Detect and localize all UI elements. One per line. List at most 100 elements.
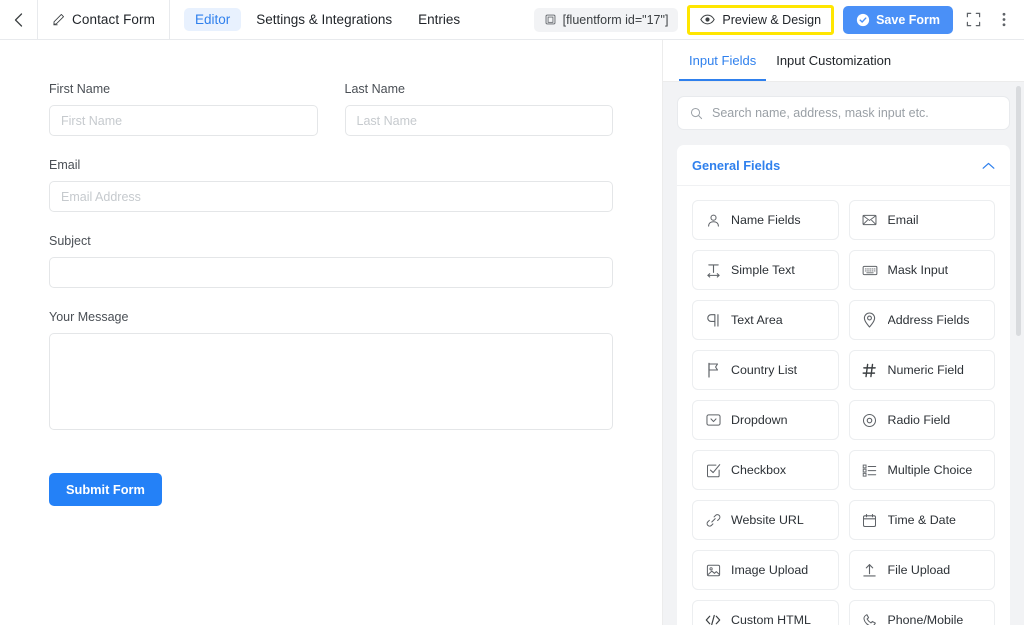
- phone-icon: [862, 612, 878, 625]
- your-message-textarea[interactable]: [49, 333, 613, 430]
- back-button[interactable]: [0, 0, 38, 39]
- more-options-button[interactable]: [993, 7, 1015, 33]
- upload-icon: [862, 562, 878, 578]
- hash-icon: [862, 362, 878, 378]
- main-body: First Name Last Name Email Subject Your …: [0, 40, 1024, 625]
- field-label-last-name: Last Name: [344, 82, 405, 96]
- eye-icon: [700, 14, 716, 25]
- top-header: Contact Form Editor Settings & Integrati…: [0, 0, 1024, 40]
- field-card-label: Simple Text: [731, 263, 795, 277]
- field-card-phone-mobile[interactable]: Phone/Mobile: [848, 600, 995, 625]
- field-card-address-fields[interactable]: Address Fields: [848, 300, 995, 340]
- general-fields-grid: Name Fields Email Simple Text Mask Input…: [677, 186, 1010, 625]
- preview-design-label: Preview & Design: [722, 12, 822, 27]
- field-card-label: Email: [887, 213, 919, 227]
- field-card-name-fields[interactable]: Name Fields: [692, 200, 839, 240]
- chevron-up-icon[interactable]: [982, 162, 995, 170]
- field-card-label: Website URL: [731, 513, 804, 527]
- email-input[interactable]: [49, 181, 613, 212]
- field-card-simple-text[interactable]: Simple Text: [692, 250, 839, 290]
- code-icon: [705, 612, 721, 625]
- form-title-block[interactable]: Contact Form: [38, 0, 170, 39]
- field-card-label: Multiple Choice: [887, 463, 973, 477]
- app-root: Contact Form Editor Settings & Integrati…: [0, 0, 1024, 625]
- field-last-name[interactable]: Last Name: [344, 82, 613, 136]
- field-card-label: Image Upload: [731, 563, 809, 577]
- text-width-icon: [705, 262, 721, 278]
- field-card-text-area[interactable]: Text Area: [692, 300, 839, 340]
- submit-form-button[interactable]: Submit Form: [49, 473, 162, 506]
- search-box[interactable]: [677, 96, 1010, 130]
- dropdown-icon: [705, 412, 721, 428]
- envelope-icon: [862, 212, 878, 228]
- panel-scrollbar[interactable]: [1016, 86, 1021, 336]
- field-label-subject: Subject: [49, 234, 91, 248]
- field-card-time-date[interactable]: Time & Date: [848, 500, 995, 540]
- field-card-country-list[interactable]: Country List: [692, 350, 839, 390]
- link-icon: [705, 512, 721, 528]
- field-email[interactable]: Email: [49, 158, 613, 212]
- field-card-label: Name Fields: [731, 213, 801, 227]
- field-card-custom-html[interactable]: Custom HTML: [692, 600, 839, 625]
- field-first-name[interactable]: First Name: [49, 82, 318, 136]
- field-card-dropdown[interactable]: Dropdown: [692, 400, 839, 440]
- last-name-input[interactable]: [344, 105, 613, 136]
- panel-tab-input-customization[interactable]: Input Customization: [766, 40, 901, 81]
- search-icon: [690, 107, 703, 119]
- checkbox-icon: [705, 462, 721, 478]
- field-subject[interactable]: Subject: [49, 234, 613, 288]
- field-card-checkbox[interactable]: Checkbox: [692, 450, 839, 490]
- tab-entries[interactable]: Entries: [407, 8, 471, 31]
- subject-input[interactable]: [49, 257, 613, 288]
- preview-design-button[interactable]: Preview & Design: [690, 7, 832, 32]
- field-card-label: Custom HTML: [731, 613, 811, 625]
- field-card-label: Dropdown: [731, 413, 788, 427]
- shortcode-badge[interactable]: [fluentform id="17"]: [533, 7, 679, 32]
- flag-icon: [705, 362, 721, 378]
- field-card-label: Mask Input: [887, 263, 949, 277]
- field-card-image-upload[interactable]: Image Upload: [692, 550, 839, 590]
- field-card-label: Numeric Field: [887, 363, 964, 377]
- field-card-mask-input[interactable]: Mask Input: [848, 250, 995, 290]
- calendar-icon: [862, 512, 878, 528]
- search-input[interactable]: [712, 106, 997, 120]
- save-form-button[interactable]: Save Form: [843, 5, 953, 34]
- general-fields-header[interactable]: General Fields: [677, 145, 1010, 186]
- name-fields-row: First Name Last Name: [49, 82, 613, 158]
- first-name-input[interactable]: [49, 105, 318, 136]
- form-title-text: Contact Form: [72, 12, 155, 27]
- field-label-first-name: First Name: [49, 82, 111, 96]
- field-card-label: Phone/Mobile: [887, 613, 964, 625]
- save-form-label: Save Form: [876, 12, 940, 27]
- image-icon: [705, 562, 721, 578]
- field-card-website-url[interactable]: Website URL: [692, 500, 839, 540]
- form-editor-canvas: First Name Last Name Email Subject Your …: [0, 40, 663, 625]
- panel-scroll-area: General Fields: [663, 82, 1024, 625]
- tab-settings-integrations[interactable]: Settings & Integrations: [245, 8, 403, 31]
- pencil-icon: [53, 14, 64, 26]
- header-nav-tabs: Editor Settings & Integrations Entries: [170, 8, 471, 31]
- paragraph-icon: [705, 312, 721, 328]
- field-label-email: Email: [49, 158, 81, 172]
- field-card-numeric-field[interactable]: Numeric Field: [848, 350, 995, 390]
- field-card-multiple-choice[interactable]: Multiple Choice: [848, 450, 995, 490]
- field-your-message[interactable]: Your Message: [49, 310, 613, 435]
- field-card-file-upload[interactable]: File Upload: [848, 550, 995, 590]
- check-circle-icon: [856, 13, 870, 26]
- shortcode-text: [fluentform id="17"]: [562, 12, 669, 27]
- general-fields-title: General Fields: [692, 158, 781, 173]
- panel-tab-input-fields[interactable]: Input Fields: [679, 40, 767, 81]
- tab-editor[interactable]: Editor: [183, 8, 242, 31]
- general-fields-group: General Fields Name Fields Email Simple …: [677, 145, 1010, 625]
- field-card-label: Checkbox: [731, 463, 787, 477]
- fullscreen-button[interactable]: [962, 7, 984, 33]
- map-pin-icon: [862, 312, 878, 328]
- field-card-label: Text Area: [731, 313, 783, 327]
- keyboard-icon: [862, 262, 878, 278]
- kebab-menu-icon: [1002, 12, 1006, 27]
- field-card-email[interactable]: Email: [848, 200, 995, 240]
- field-card-label: Radio Field: [887, 413, 951, 427]
- field-card-radio-field[interactable]: Radio Field: [848, 400, 995, 440]
- header-actions: [fluentform id="17"] Preview & Design Sa…: [533, 4, 1024, 35]
- field-card-label: Time & Date: [887, 513, 956, 527]
